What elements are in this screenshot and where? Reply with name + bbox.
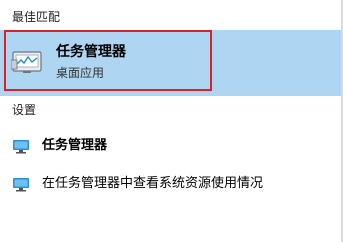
settings-item-label: 在任务管理器中查看系统资源使用情况 — [42, 176, 264, 191]
monitor-icon — [12, 139, 30, 155]
settings-item-task-manager[interactable]: 任务管理器 — [0, 130, 343, 164]
best-match-subtitle: 桌面应用 — [56, 66, 105, 80]
monitor-icon — [12, 177, 30, 193]
best-match-title: 任务管理器 — [56, 44, 126, 60]
settings-item-label: 任务管理器 — [42, 138, 108, 153]
best-match-header: 最佳匹配 — [12, 10, 61, 24]
task-manager-icon — [10, 47, 45, 75]
settings-item-view-resource-usage[interactable]: 在任务管理器中查看系统资源使用情况 — [0, 168, 343, 202]
settings-header: 设置 — [12, 103, 37, 117]
